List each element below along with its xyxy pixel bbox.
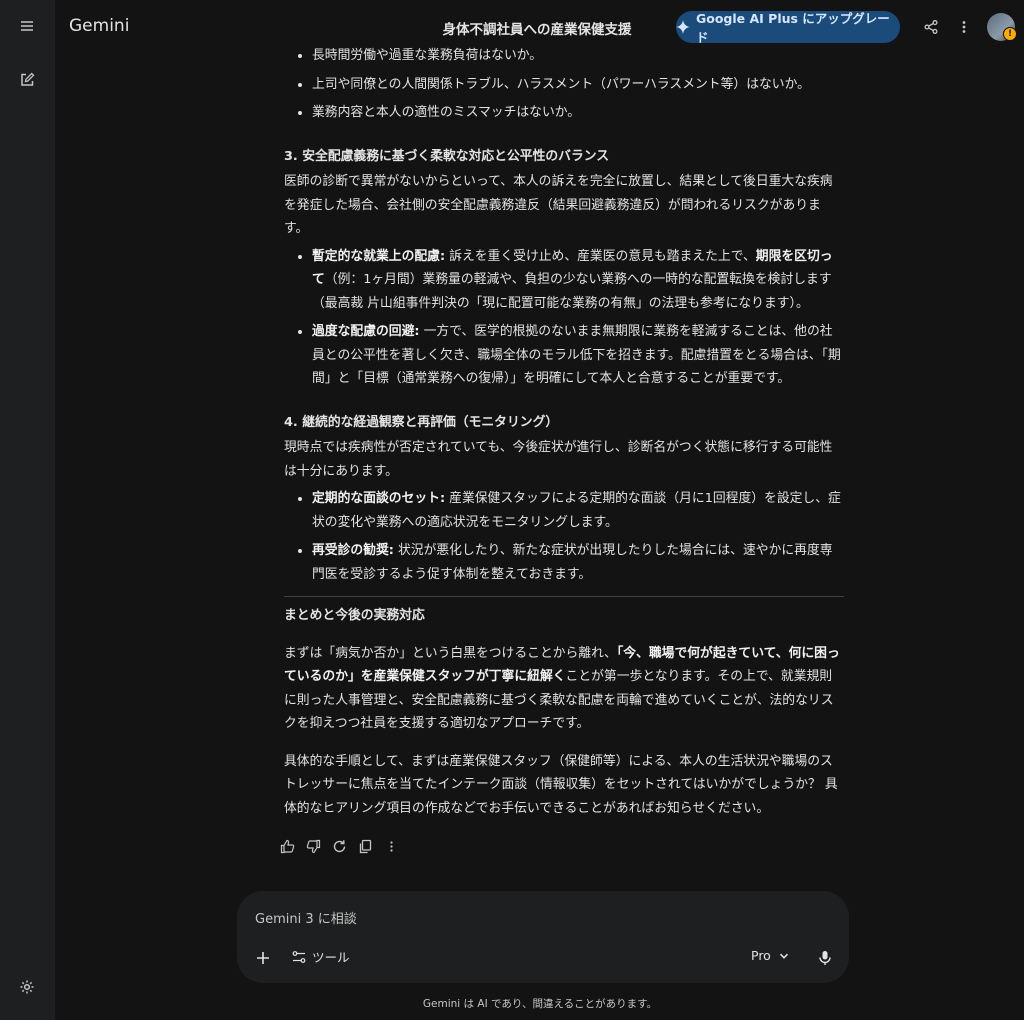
section-heading: 3. 安全配慮義務に基づく柔軟な対応と公平性のバランス	[284, 148, 610, 164]
response-actions	[276, 835, 402, 857]
tune-icon	[292, 950, 306, 964]
response-content: 長時間労働や過重な業務負荷はないか。 上司や同僚との人間関係トラブル、ハラスメン…	[284, 0, 844, 880]
list-item: 再受診の勧奨: 状況が悪化したり、新たな症状が出現したりした場合には、速やかに再…	[312, 539, 844, 586]
section-heading: 4. 継続的な経過観察と再評価（モニタリング）	[284, 414, 559, 430]
chevron-down-icon	[779, 951, 789, 961]
mic-icon[interactable]	[813, 946, 837, 970]
section-heading: まとめと今後の実務対応	[284, 608, 425, 623]
list-item: 暫定的な就業上の配慮: 訴えを重く受け止め、産業医の意見も踏まえた上で、期限を区…	[312, 245, 844, 316]
list-item: 定期的な面談のセット: 産業保健スタッフによる定期的な面談（月に1回程度）を設定…	[312, 487, 844, 534]
paragraph: 医師の診断で異常がないからといって、本人の訴えを完全に放置し、結果として後日重大…	[284, 174, 833, 236]
settings-icon[interactable]	[12, 972, 42, 1002]
menu-icon[interactable]	[12, 11, 42, 41]
warning-badge-icon: !	[1003, 27, 1017, 41]
copy-icon[interactable]	[354, 835, 376, 857]
list-item: 業務内容と本人の適性のミスマッチはないか。	[312, 105, 581, 120]
paragraph: 具体的な手順として、まずは産業保健スタッフ（保健師等）による、本人の生活状況や職…	[284, 753, 838, 816]
prompt-box: Gemini 3 に相談 ツール Pro	[237, 891, 849, 983]
list-item: 過度な配慮の回避: 一方で、医学的根拠のないまま無期限に業務を軽減することは、他…	[312, 320, 844, 391]
thumbs-down-icon[interactable]	[302, 835, 324, 857]
sidebar-rail	[0, 0, 55, 1020]
prompt-input[interactable]: Gemini 3 に相談	[255, 908, 815, 927]
share-icon[interactable]	[918, 14, 944, 40]
regenerate-icon[interactable]	[328, 835, 350, 857]
divider	[284, 596, 844, 597]
list-item: 長時間労働や過重な業務負荷はないか。	[312, 48, 543, 63]
model-selector[interactable]: Pro	[751, 948, 789, 963]
disclaimer: Gemini は AI であり、間違えることがあります。	[422, 998, 658, 1010]
new-chat-icon[interactable]	[12, 65, 42, 95]
paragraph: まずは「病気か否か」という白黒をつけることから離れ、「今、職場で何が起きていて、…	[284, 645, 840, 732]
add-icon[interactable]	[251, 946, 275, 970]
list-item: 上司や同僚との人間関係トラブル、ハラスメント（パワーハラスメント等）はないか。	[312, 76, 810, 92]
tools-label: ツール	[312, 950, 350, 965]
more-options-icon[interactable]	[380, 835, 402, 857]
model-label: Pro	[751, 948, 771, 963]
paragraph: 現時点では疾病性が否定されていても、今後症状が進行し、診断名がつく状態に移行する…	[284, 440, 833, 479]
tools-button[interactable]: ツール	[292, 947, 350, 966]
app-brand[interactable]: Gemini	[69, 16, 129, 36]
thumbs-up-icon[interactable]	[276, 835, 298, 857]
more-vert-icon[interactable]	[951, 14, 977, 40]
